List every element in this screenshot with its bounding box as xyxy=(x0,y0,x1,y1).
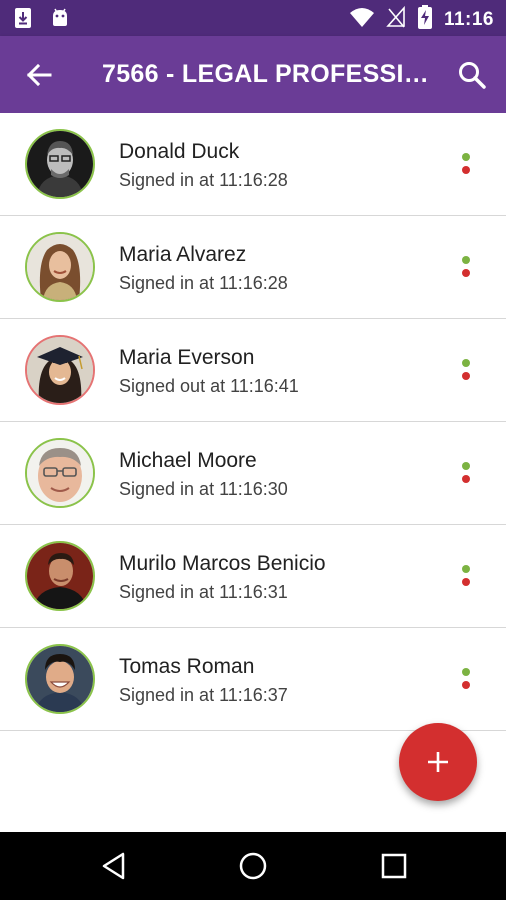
clock-time: 11:16 xyxy=(443,8,494,30)
contact-list: Donald Duck Signed in at 11:16:28 Maria … xyxy=(0,113,506,731)
avatar xyxy=(25,232,95,302)
contact-name: Tomas Roman xyxy=(119,655,255,678)
contact-status: Signed in at 11:16:28 xyxy=(119,170,288,190)
add-button[interactable] xyxy=(399,723,477,801)
signed-in-dot xyxy=(462,565,470,573)
avatar xyxy=(25,335,95,405)
contact-name: Donald Duck xyxy=(119,140,240,163)
recents-square-icon xyxy=(381,853,407,879)
contact-name: Michael Moore xyxy=(119,449,257,472)
contact-status: Signed out at 11:16:41 xyxy=(119,376,299,396)
list-item[interactable]: Maria Everson Signed out at 11:16:41 xyxy=(0,319,506,422)
no-signal-icon xyxy=(386,5,406,33)
contact-status: Signed in at 11:16:37 xyxy=(119,685,288,705)
signed-out-dot xyxy=(462,475,470,483)
list-item[interactable]: Tomas Roman Signed in at 11:16:37 xyxy=(0,628,506,731)
plus-icon xyxy=(428,752,448,772)
avatar xyxy=(25,541,95,611)
battery-charging-icon xyxy=(417,5,432,34)
list-item[interactable]: Donald Duck Signed in at 11:16:28 xyxy=(0,113,506,216)
home-circle-icon xyxy=(239,852,267,880)
contact-name: Maria Everson xyxy=(119,346,255,369)
nav-home-button[interactable] xyxy=(237,850,269,882)
contact-status: Signed in at 11:16:28 xyxy=(119,273,288,293)
signed-out-dot xyxy=(462,681,470,689)
signed-out-dot xyxy=(462,166,470,174)
download-icon xyxy=(14,7,32,34)
list-item[interactable]: Maria Alvarez Signed in at 11:16:28 xyxy=(0,216,506,319)
signed-in-dot xyxy=(462,668,470,676)
list-item[interactable]: Murilo Marcos Benicio Signed in at 11:16… xyxy=(0,525,506,628)
app-bar: 7566 - LEGAL PROFESSIONALS xyxy=(0,36,506,113)
signed-in-dot xyxy=(462,153,470,161)
search-button[interactable] xyxy=(455,58,489,92)
nav-recents-button[interactable] xyxy=(378,850,410,882)
wifi-icon xyxy=(349,7,374,32)
contact-name: Maria Alvarez xyxy=(119,243,247,266)
avatar xyxy=(25,438,95,508)
signed-out-dot xyxy=(462,578,470,586)
system-nav-bar xyxy=(0,832,506,900)
status-bar: 11:16 xyxy=(0,0,506,36)
signed-in-dot xyxy=(462,359,470,367)
nav-back-button[interactable] xyxy=(99,850,131,882)
page-title: 7566 - LEGAL PROFESSIONALS xyxy=(102,60,432,88)
contact-status: Signed in at 11:16:31 xyxy=(119,582,288,602)
back-button[interactable] xyxy=(22,58,56,92)
signed-in-dot xyxy=(462,256,470,264)
avatar xyxy=(25,129,95,199)
signed-out-dot xyxy=(462,269,470,277)
contact-status: Signed in at 11:16:30 xyxy=(119,479,288,499)
android-icon xyxy=(50,8,70,33)
contact-name: Murilo Marcos Benicio xyxy=(119,552,326,575)
list-item[interactable]: Michael Moore Signed in at 11:16:30 xyxy=(0,422,506,525)
arrow-left-icon xyxy=(26,63,52,87)
avatar xyxy=(25,644,95,714)
signed-out-dot xyxy=(462,372,470,380)
signed-in-dot xyxy=(462,462,470,470)
search-icon xyxy=(459,62,486,89)
back-triangle-icon xyxy=(102,852,125,880)
